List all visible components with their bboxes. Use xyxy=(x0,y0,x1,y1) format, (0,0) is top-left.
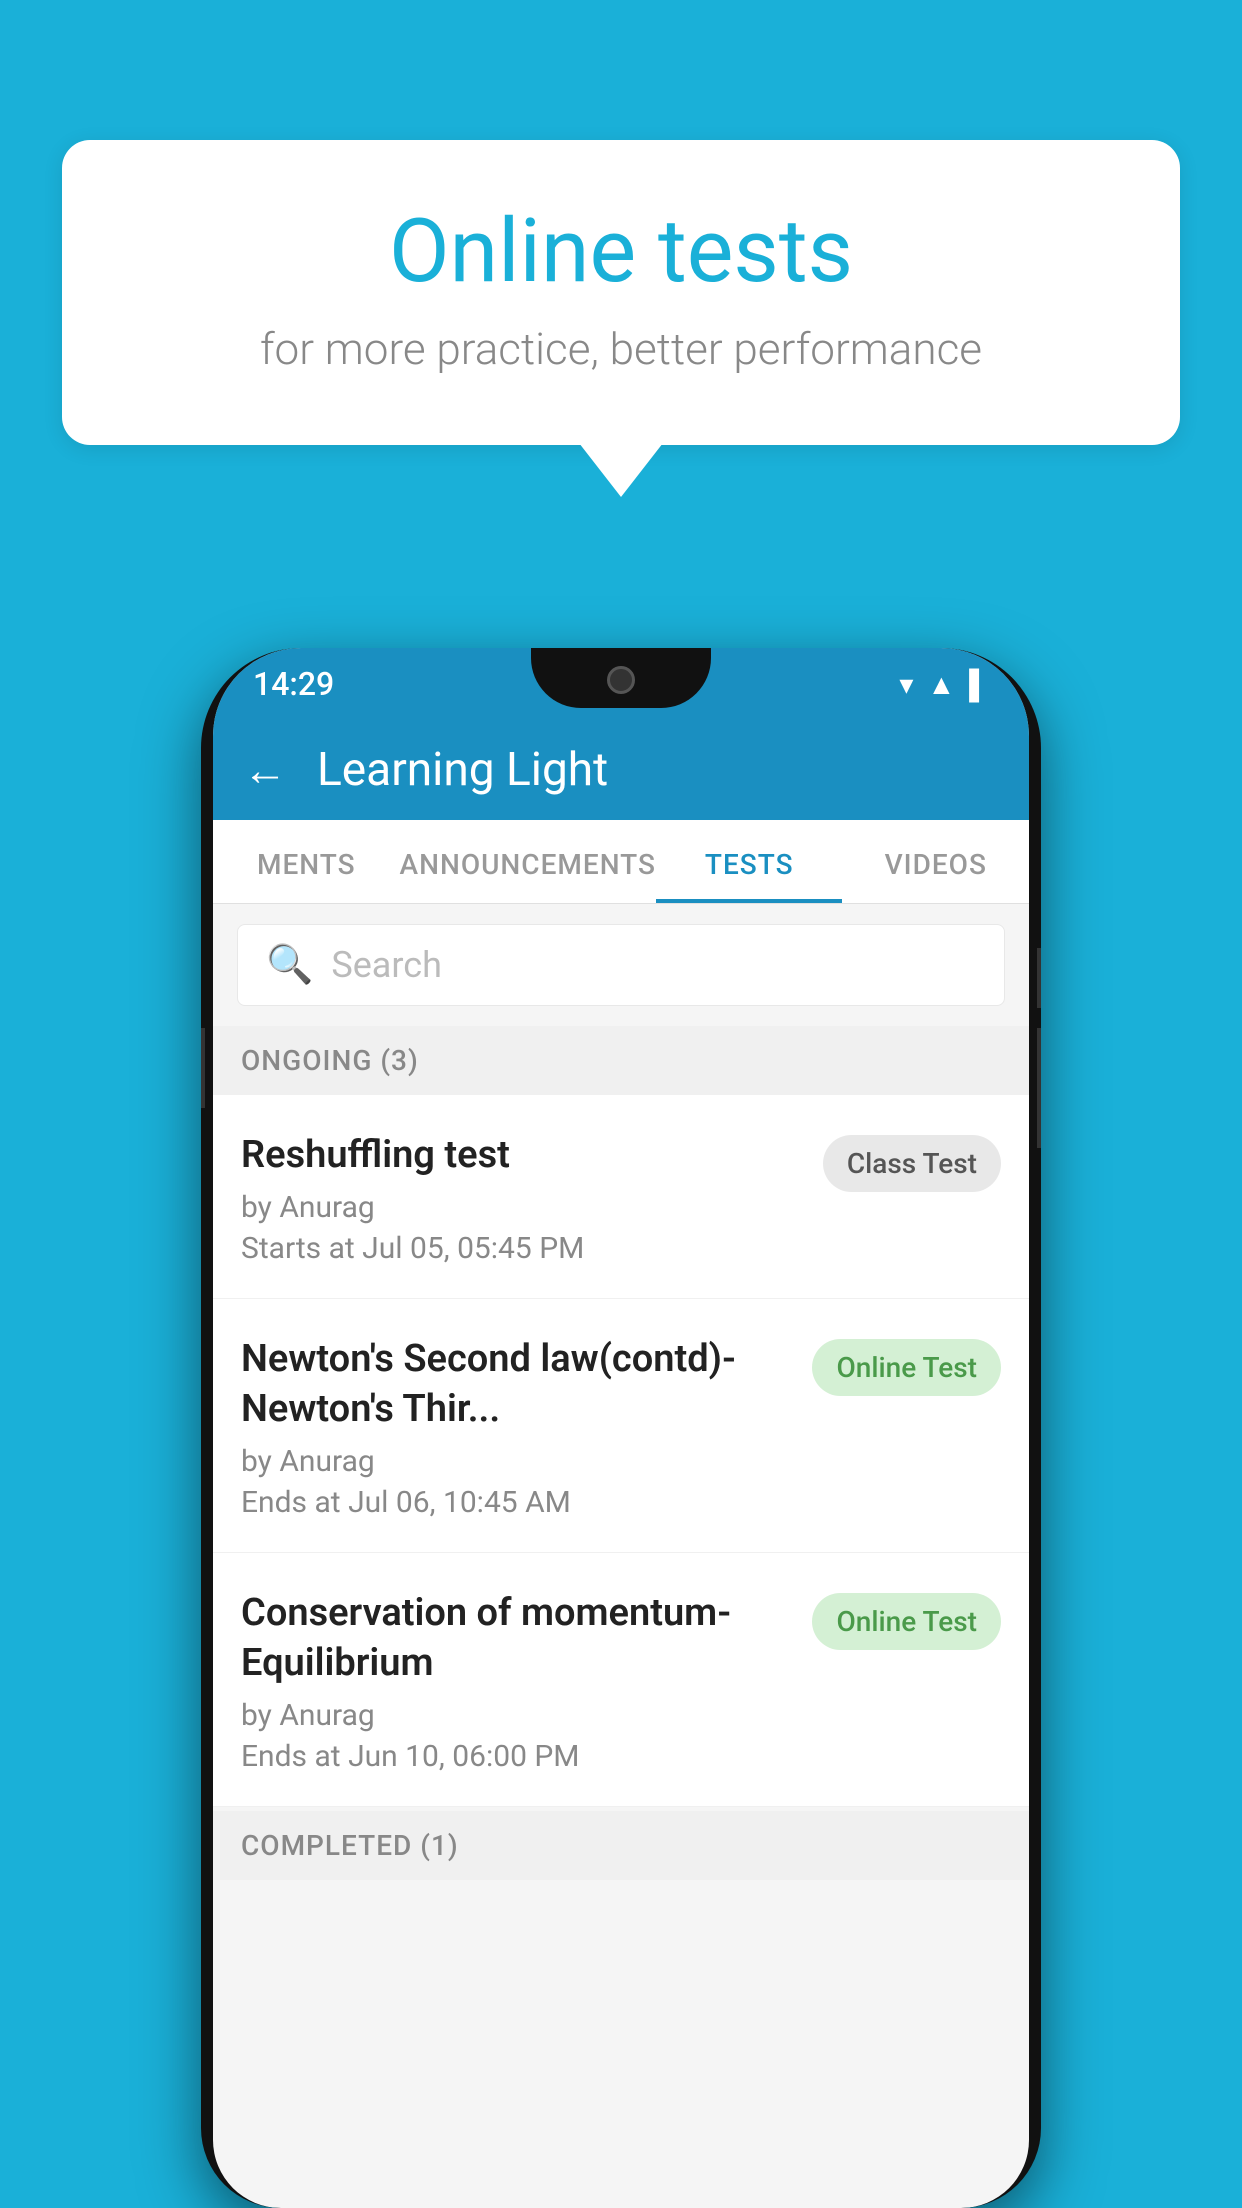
test-info: Newton's Second law(contd)-Newton's Thir… xyxy=(241,1335,812,1520)
search-input[interactable]: Search xyxy=(331,944,442,986)
test-title: Reshuffling test xyxy=(241,1131,803,1180)
test-info: Conservation of momentum-Equilibrium by … xyxy=(241,1589,812,1774)
test-author: by Anurag xyxy=(241,1444,792,1479)
tab-ments[interactable]: MENTS xyxy=(213,820,400,903)
test-title: Conservation of momentum-Equilibrium xyxy=(241,1589,792,1688)
speech-bubble-container: Online tests for more practice, better p… xyxy=(62,140,1180,445)
test-badge-online: Online Test xyxy=(812,1339,1001,1396)
test-badge-class: Class Test xyxy=(823,1135,1001,1192)
volume-down-button xyxy=(1037,1028,1041,1148)
status-icons: ▾ ▲ ▌ xyxy=(899,668,989,701)
tabs-bar: MENTS ANNOUNCEMENTS TESTS VIDEOS xyxy=(213,820,1029,904)
test-time: Ends at Jun 10, 06:00 PM xyxy=(241,1739,792,1774)
power-button xyxy=(1037,948,1041,1008)
app-header: ← Learning Light xyxy=(213,720,1029,820)
test-list: Reshuffling test by Anurag Starts at Jul… xyxy=(213,1095,1029,1807)
tab-announcements[interactable]: ANNOUNCEMENTS xyxy=(400,820,656,903)
ongoing-section-header: ONGOING (3) xyxy=(213,1026,1029,1095)
search-bar[interactable]: 🔍 Search xyxy=(237,924,1005,1006)
speech-bubble-title: Online tests xyxy=(142,200,1100,303)
signal-icon: ▲ xyxy=(927,668,955,701)
status-time: 14:29 xyxy=(253,665,334,703)
test-badge-online: Online Test xyxy=(812,1593,1001,1650)
test-item[interactable]: Reshuffling test by Anurag Starts at Jul… xyxy=(213,1095,1029,1299)
tab-videos[interactable]: VIDEOS xyxy=(842,820,1029,903)
test-info: Reshuffling test by Anurag Starts at Jul… xyxy=(241,1131,823,1266)
search-icon: 🔍 xyxy=(266,943,313,987)
phone-notch xyxy=(531,648,711,708)
completed-section-header: COMPLETED (1) xyxy=(213,1811,1029,1880)
back-button[interactable]: ← xyxy=(243,744,287,796)
wifi-icon: ▾ xyxy=(899,668,913,701)
search-container: 🔍 Search xyxy=(213,904,1029,1026)
test-item[interactable]: Newton's Second law(contd)-Newton's Thir… xyxy=(213,1299,1029,1553)
speech-bubble: Online tests for more practice, better p… xyxy=(62,140,1180,445)
test-title: Newton's Second law(contd)-Newton's Thir… xyxy=(241,1335,792,1434)
phone-frame: 14:29 ▾ ▲ ▌ ← Learning Light MENTS ANNOU… xyxy=(201,648,1041,2208)
tab-tests[interactable]: TESTS xyxy=(656,820,843,903)
test-author: by Anurag xyxy=(241,1698,792,1733)
speech-bubble-subtitle: for more practice, better performance xyxy=(142,323,1100,375)
test-author: by Anurag xyxy=(241,1190,803,1225)
camera xyxy=(607,666,635,694)
test-time: Starts at Jul 05, 05:45 PM xyxy=(241,1231,803,1266)
phone-screen: 14:29 ▾ ▲ ▌ ← Learning Light MENTS ANNOU… xyxy=(213,648,1029,2208)
test-time: Ends at Jul 06, 10:45 AM xyxy=(241,1485,792,1520)
app-title: Learning Light xyxy=(317,743,608,797)
volume-button xyxy=(201,1028,205,1108)
test-item[interactable]: Conservation of momentum-Equilibrium by … xyxy=(213,1553,1029,1807)
battery-icon: ▌ xyxy=(969,668,989,701)
